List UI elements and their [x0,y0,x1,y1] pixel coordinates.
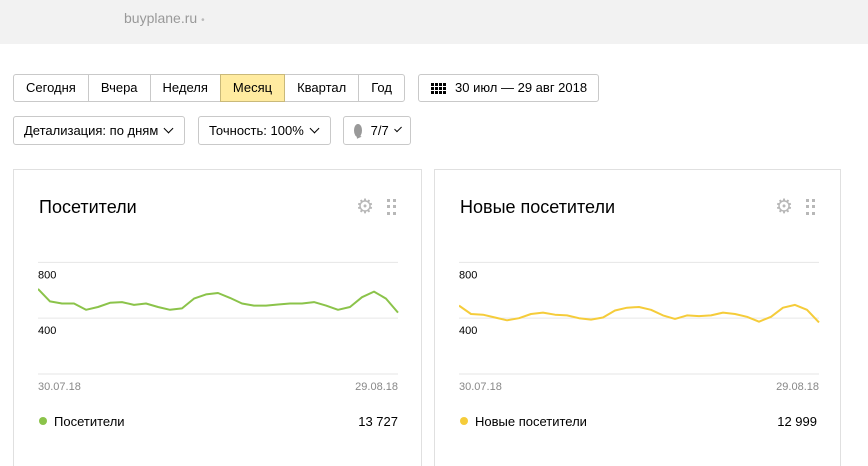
series-line [38,288,399,314]
visitors-chart: 800 400 30.07.18 29.08.18 [38,261,399,393]
gear-icon[interactable]: ⚙ [775,197,793,217]
period-today-button[interactable]: Сегодня [13,74,89,102]
period-year-button[interactable]: Год [358,74,405,102]
site-selector[interactable]: buyplane.ru • [124,10,205,26]
y-tick-label: 400 [459,325,477,337]
segments-label: 7/7 [370,123,389,138]
chevron-down-icon [393,124,402,133]
chevron-down-icon [163,123,174,134]
x-tick-label-end: 29.08.18 [776,381,819,393]
period-month-button[interactable]: Месяц [219,74,286,102]
period-week-button[interactable]: Неделя [149,74,221,102]
period-yesterday-button[interactable]: Вчера [87,74,151,102]
detail-dropdown[interactable]: Детализация: по дням [13,116,185,145]
chevron-down-icon [309,123,320,134]
drag-handle-icon[interactable] [387,199,396,215]
top-bar: buyplane.ru • [0,0,868,44]
legend-label: Новые посетители [475,414,587,429]
widget-visitors: Посетители ⚙ 800 400 30.07.18 29.08.18 Посе… [13,169,422,466]
legend-dot [460,417,468,425]
widget-new-visitors: Новые посетители ⚙ 800 400 30.07.18 29.08.1… [434,169,841,466]
site-name: buyplane.ru [124,10,198,26]
new-visitors-chart: 800 400 30.07.18 29.08.18 [459,261,820,393]
widget-title: Посетители [39,197,137,217]
period-selector: Сегодня Вчера Неделя Месяц Квартал Год [13,74,405,102]
accuracy-dropdown[interactable]: Точность: 100% [198,116,331,145]
y-tick-label: 400 [38,325,56,337]
widget-title: Новые посетители [460,197,616,217]
gear-icon[interactable]: ⚙ [356,197,374,217]
segments-dropdown[interactable]: 7/7 [343,116,411,145]
drag-handle-icon[interactable] [806,199,815,215]
x-tick-label-start: 30.07.18 [459,381,502,393]
date-range-button[interactable]: 30 июл — 29 авг 2018 [418,74,599,102]
x-tick-label-start: 30.07.18 [38,381,81,393]
legend-dot [39,417,47,425]
speech-bubble-icon [354,124,362,137]
calendar-icon [431,83,446,94]
period-quarter-button[interactable]: Квартал [284,74,360,102]
detail-label: Детализация: по дням [24,123,159,138]
date-range-label: 30 июл — 29 авг 2018 [455,80,588,95]
y-tick-label: 800 [38,269,56,281]
legend-label: Посетители [54,414,125,429]
site-dot: • [201,15,205,26]
total-value: 12 999 [777,414,817,429]
accuracy-label: Точность: 100% [209,123,304,138]
series-line [459,303,820,324]
x-tick-label-end: 29.08.18 [355,381,398,393]
y-tick-label: 800 [459,269,477,281]
total-value: 13 727 [358,414,398,429]
